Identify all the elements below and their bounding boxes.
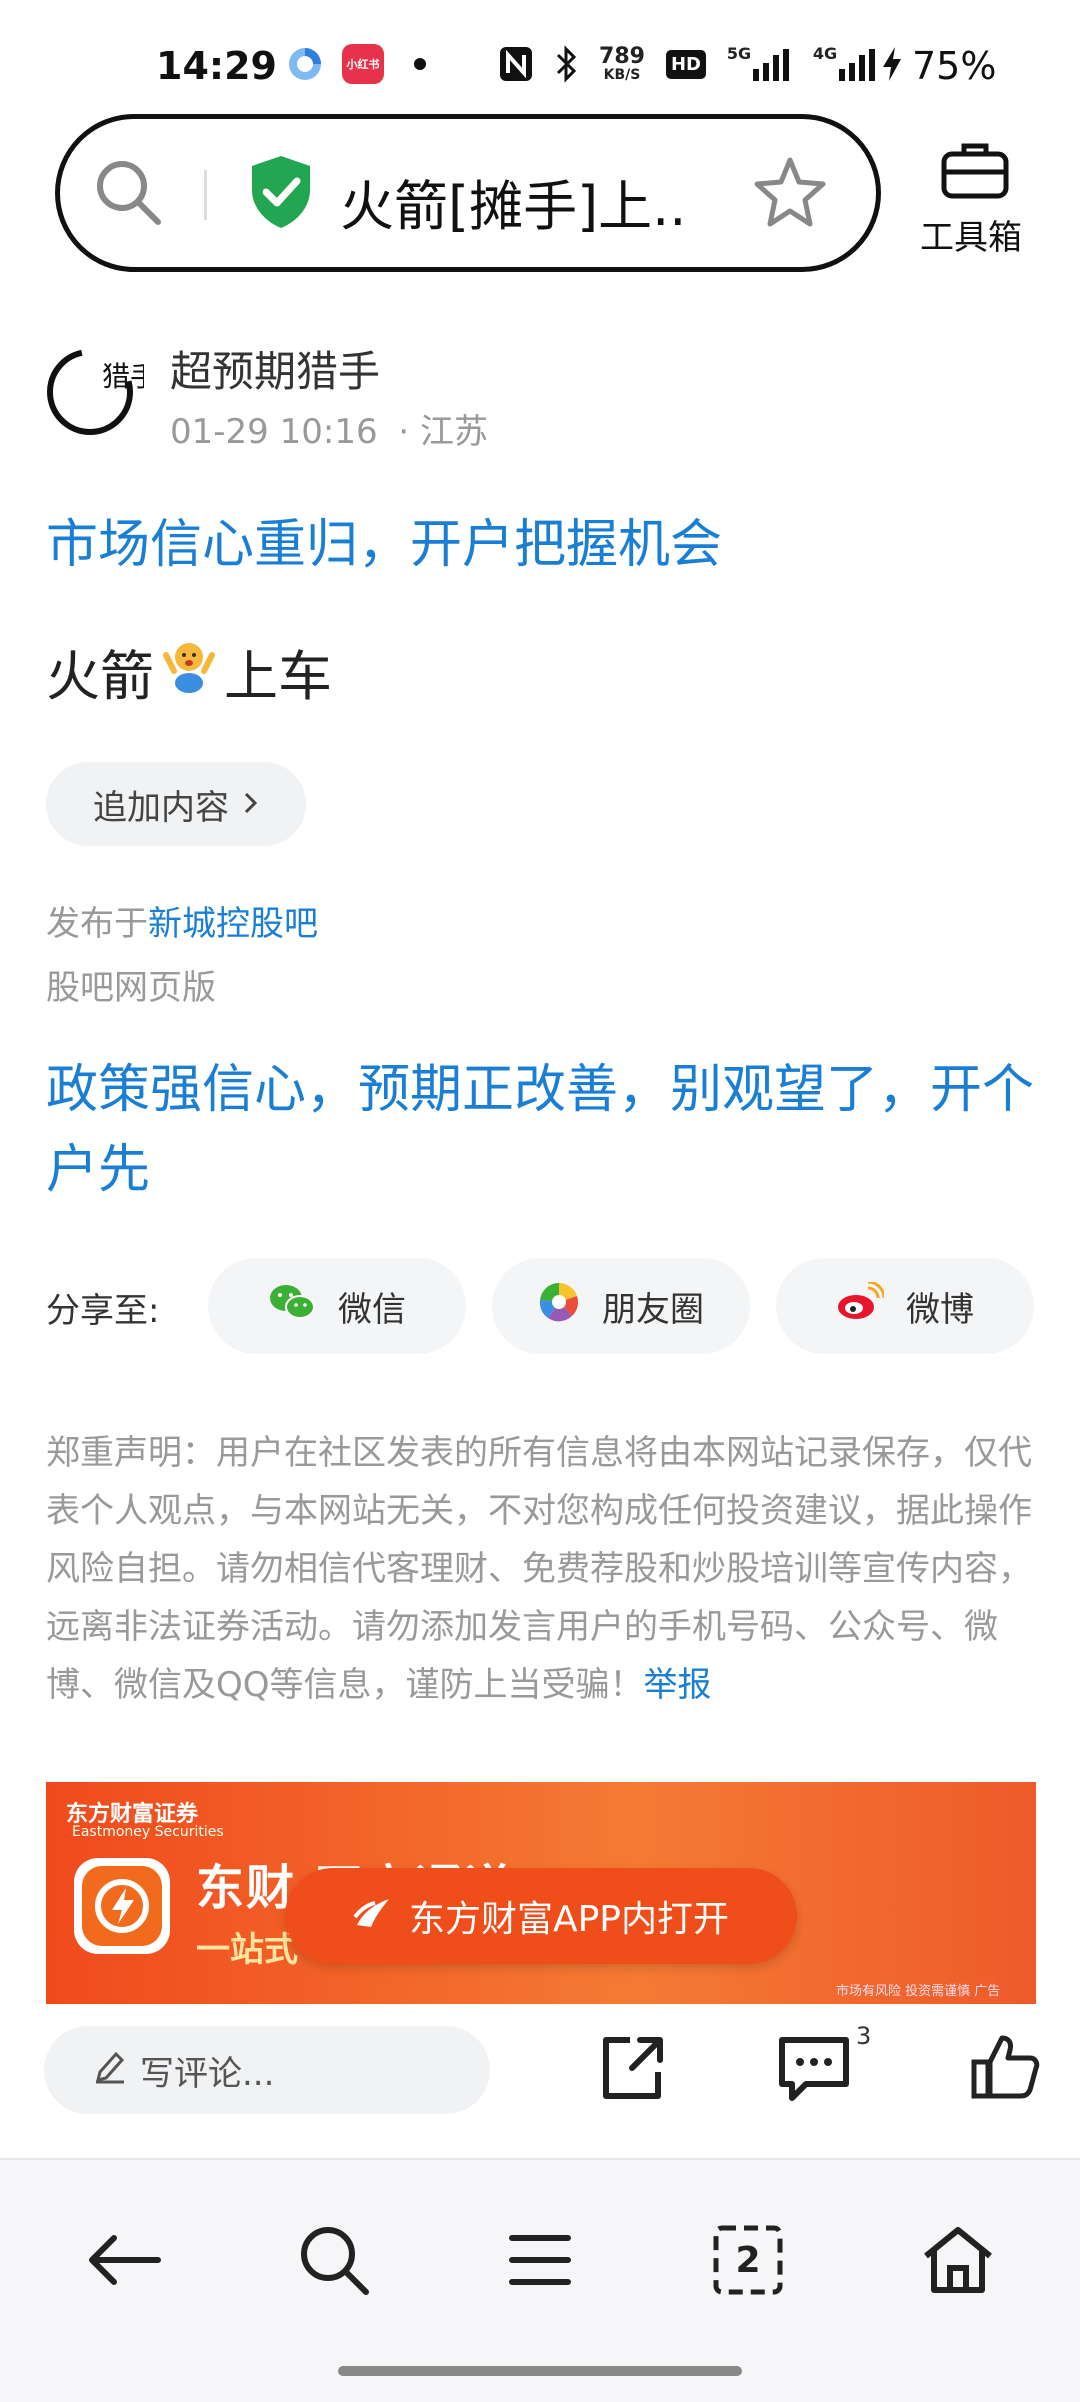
home-indicator[interactable] [338, 2366, 742, 2376]
weibo-icon [836, 1280, 886, 1331]
search-icon[interactable] [92, 156, 164, 232]
wechat-icon [268, 1282, 316, 1331]
signal-5g-icon: 5G [724, 44, 794, 84]
avatar[interactable]: 猎手 [44, 336, 158, 446]
post-meta: 01-29 10:16 · 江苏 [170, 404, 488, 453]
share-moments-button[interactable]: 朋友圈 [492, 1258, 750, 1354]
ad-risk-note: 市场有风险 投资需谨慎 广告 [836, 1984, 1001, 1999]
bluetooth-icon [552, 44, 580, 84]
ad-sub-text: 一站式 [196, 1930, 298, 1970]
status-bar: 14:29 小红书 789 KB/S HD 5G 4G 75% [0, 0, 1080, 110]
share-wechat-button[interactable]: 微信 [208, 1258, 466, 1354]
charging-icon [880, 44, 904, 84]
divider [204, 170, 207, 220]
comment-count-badge: 3 [856, 2022, 872, 2050]
post-location: · 江苏 [398, 412, 489, 452]
comment-input[interactable]: 写评论... [44, 2026, 490, 2114]
open-in-app-button[interactable]: 东方财富APP内打开 [285, 1868, 797, 1964]
tabs-button[interactable]: 2 [698, 2210, 798, 2310]
hd-icon: HD [662, 44, 710, 84]
append-content-button[interactable]: 追加内容 [46, 762, 306, 846]
chevron-right-icon [243, 784, 259, 824]
ad-brand-en: Eastmoney Securities [72, 1824, 224, 1840]
eastmoney-logo-icon [353, 1895, 393, 1938]
share-label: 分享至: [46, 1291, 160, 1331]
nfc-icon [496, 44, 536, 84]
home-icon[interactable] [908, 2210, 1008, 2310]
author-name[interactable]: 超预期猎手 [170, 338, 380, 399]
battery-percent: 75% [912, 44, 997, 88]
published-in: 发布于新城控股吧 [46, 904, 318, 944]
network-speed: 789 KB/S [599, 44, 645, 83]
back-arrow-icon[interactable] [74, 2210, 174, 2310]
forum-link[interactable]: 新城控股吧 [148, 904, 318, 944]
post-time: 01-29 10:16 [170, 412, 378, 452]
share-weibo-button[interactable]: 微博 [776, 1258, 1034, 1354]
toolbox-icon[interactable] [940, 140, 1010, 204]
dot-icon [412, 44, 428, 84]
web-version-label: 股吧网页版 [46, 968, 216, 1008]
page-title-address[interactable]: 火箭[摊手]上... [340, 162, 690, 241]
svg-text:猎手: 猎手 [102, 360, 144, 393]
pencil-icon [94, 2048, 126, 2093]
disclaimer: 郑重声明：用户在社区发表的所有信息将由本网站记录保存，仅代表个人观点，与本网站无… [46, 1433, 1032, 1705]
xiaohongshu-icon: 小红书 [342, 44, 384, 84]
security-shield-icon[interactable] [248, 154, 314, 234]
toolbox-label[interactable]: 工具箱 [920, 210, 1022, 259]
nav-search-icon[interactable] [284, 2210, 384, 2310]
comment-icon[interactable] [776, 2034, 852, 2108]
signal-4g-icon: 4G [810, 44, 880, 84]
browser-app-icon [284, 44, 326, 84]
ad-app-logo-icon [74, 1858, 170, 1954]
bookmark-star-icon[interactable] [752, 154, 828, 234]
menu-icon[interactable] [490, 2210, 590, 2310]
promo-headline-link[interactable]: 政策强信心，预期正改善，别观望了，开个户先 [46, 1050, 1046, 1210]
status-time: 14:29 [156, 44, 277, 88]
shrug-emoji-icon [160, 637, 218, 706]
share-external-icon[interactable] [596, 2032, 668, 2108]
report-link[interactable]: 举报 [644, 1665, 712, 1705]
like-thumb-icon[interactable] [970, 2034, 1040, 2104]
post-body: 火箭 上车 [46, 632, 332, 711]
moments-icon [538, 1281, 580, 1332]
post-headline-link[interactable]: 市场信心重归，开户把握机会 [46, 502, 722, 577]
